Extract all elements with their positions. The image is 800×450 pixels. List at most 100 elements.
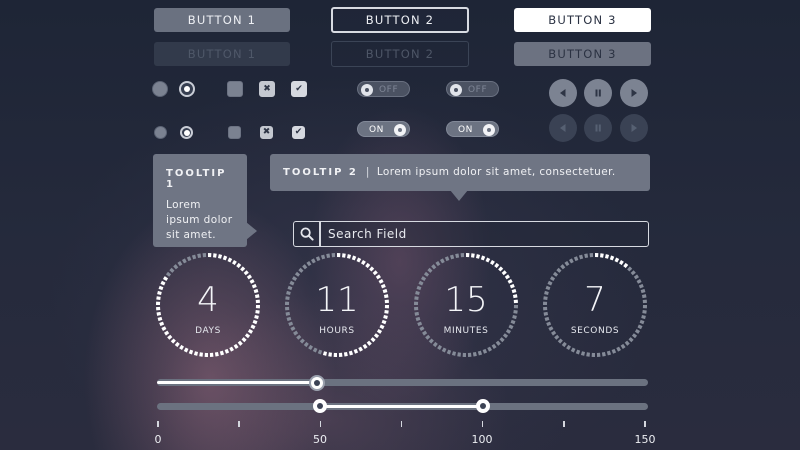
countdown-ring-segment [437,344,443,351]
countdown-ring-segment [417,321,423,327]
countdown-ring-segment [557,338,563,344]
toggle-off[interactable]: OFF [357,81,410,97]
toggle-on-2[interactable]: ON [446,121,499,137]
countdown-ring-segment [170,338,176,344]
radio-unchecked[interactable] [152,81,168,97]
next-button[interactable] [620,79,648,107]
toggle-label: OFF [379,85,399,95]
toggle-knob [361,84,373,96]
countdown-ring-segment [181,258,187,264]
countdown-ring-segment [214,351,219,357]
countdown-ring-segment [217,254,223,259]
countdown-ring-segment [428,338,434,344]
countdown-ring-segment [365,262,371,269]
radio-checked[interactable] [179,81,195,97]
countdown-ring-segment [224,348,230,354]
countdown-ring-segment [489,259,495,266]
tooltip-1-title: TOOLTIP 1 [166,168,227,190]
button-2[interactable]: BUTTON 2 [331,7,469,33]
checkbox-cross-small[interactable]: ✖ [260,126,273,139]
countdown-ring-segment [633,274,639,280]
next-icon [631,89,637,97]
countdown-ring-segment [173,264,179,270]
checkbox-cross[interactable]: ✖ [259,81,275,97]
countdown-ring-segment [566,344,572,351]
search-input[interactable] [328,222,640,245]
countdown-ring-segment [485,257,491,263]
countdown-unit: DAYS [195,326,221,336]
countdown-ring-segment [554,334,560,340]
scale-tick [644,421,646,427]
countdown-ring-segment [546,321,552,327]
button-3[interactable]: BUTTON 3 [514,8,651,32]
countdown-ring-segment [360,259,366,266]
countdown-ring-segment [177,261,183,267]
toggle-on[interactable]: ON [357,121,410,137]
tooltip-1: TOOLTIP 1 Lorem ipsum dolor sit amet. [153,154,247,247]
search-field[interactable] [293,221,649,247]
countdown-ring-segment [561,341,567,348]
countdown-ring-segment [183,347,189,353]
countdown-ring-segment [623,262,629,269]
countdown-unit: SECONDS [570,326,620,336]
countdown-ring-segment [446,349,452,355]
checkbox-empty-small[interactable] [228,126,241,139]
countdown-ring-segment [366,340,372,346]
checkbox-empty[interactable] [227,81,243,97]
countdown-ring-segment [630,270,636,276]
pause-button[interactable] [584,79,612,107]
countdown-minutes: 15 MINUTES [411,250,521,360]
countdown-ring-segment [431,264,437,270]
countdown-ring-segment [604,254,610,259]
scale-label-0: 0 [154,433,162,446]
countdown-ring-segment [480,255,486,261]
toggle-label: ON [458,125,474,135]
countdown-ring-segment [606,350,612,356]
countdown-ring-segment [560,264,566,270]
countdown-ring-segment [303,341,309,348]
countdown-ring-segment [495,340,501,346]
countdown-ring-segment [620,343,626,349]
countdown-ring-segment [317,349,323,355]
scale-tick [157,421,159,427]
checkbox-checked[interactable]: ✔ [291,81,307,97]
countdown-ring-segment [356,257,362,263]
countdown-ring-segment [639,319,645,325]
countdown-seconds: 7 SECONDS [540,250,650,360]
countdown-ring-segment [609,255,615,261]
scale-tick [238,421,240,427]
countdown-ring-segment [423,271,430,277]
toggle-knob [483,124,495,136]
countdown-ring-segment [573,256,579,262]
countdown-ring-segment [222,255,228,261]
countdown-ring-segment [197,253,202,259]
countdown-ring-segment [475,254,481,259]
button-1[interactable]: BUTTON 1 [154,8,290,32]
countdown-ring-segment [504,274,510,280]
next-button-disabled [620,114,648,142]
tooltip-2-text: Lorem ipsum dolor sit amet, consectetuer… [376,166,616,178]
countdown-ring-segment [618,259,624,266]
prev-button[interactable] [549,79,577,107]
countdown-ring-segment [240,266,246,272]
toggle-off-2[interactable]: OFF [446,81,499,97]
countdown-ring-segment [575,349,581,355]
countdown-ring-segment [439,258,445,264]
countdown-ring-segment [616,346,622,352]
countdown-ring-segment [375,274,381,280]
slider-range-handle-high[interactable] [475,399,490,413]
cross-icon: ✖ [263,83,271,94]
slider-range-fill [320,405,483,408]
countdown-ring-segment [362,343,368,349]
countdown-ring-segment [498,266,504,272]
tooltip-2-separator: | [365,166,370,178]
countdown-ring-segment [310,258,316,264]
radio-unchecked-small[interactable] [154,126,167,139]
radio-checked-small[interactable] [180,126,193,139]
countdown-ring-segment [241,337,247,343]
countdown-ring-segment [299,338,305,344]
slider-single-handle[interactable] [309,375,326,391]
checkbox-checked-small[interactable]: ✔ [292,126,305,139]
countdown-unit: HOURS [319,326,355,336]
countdown-ring-segment [477,350,483,356]
